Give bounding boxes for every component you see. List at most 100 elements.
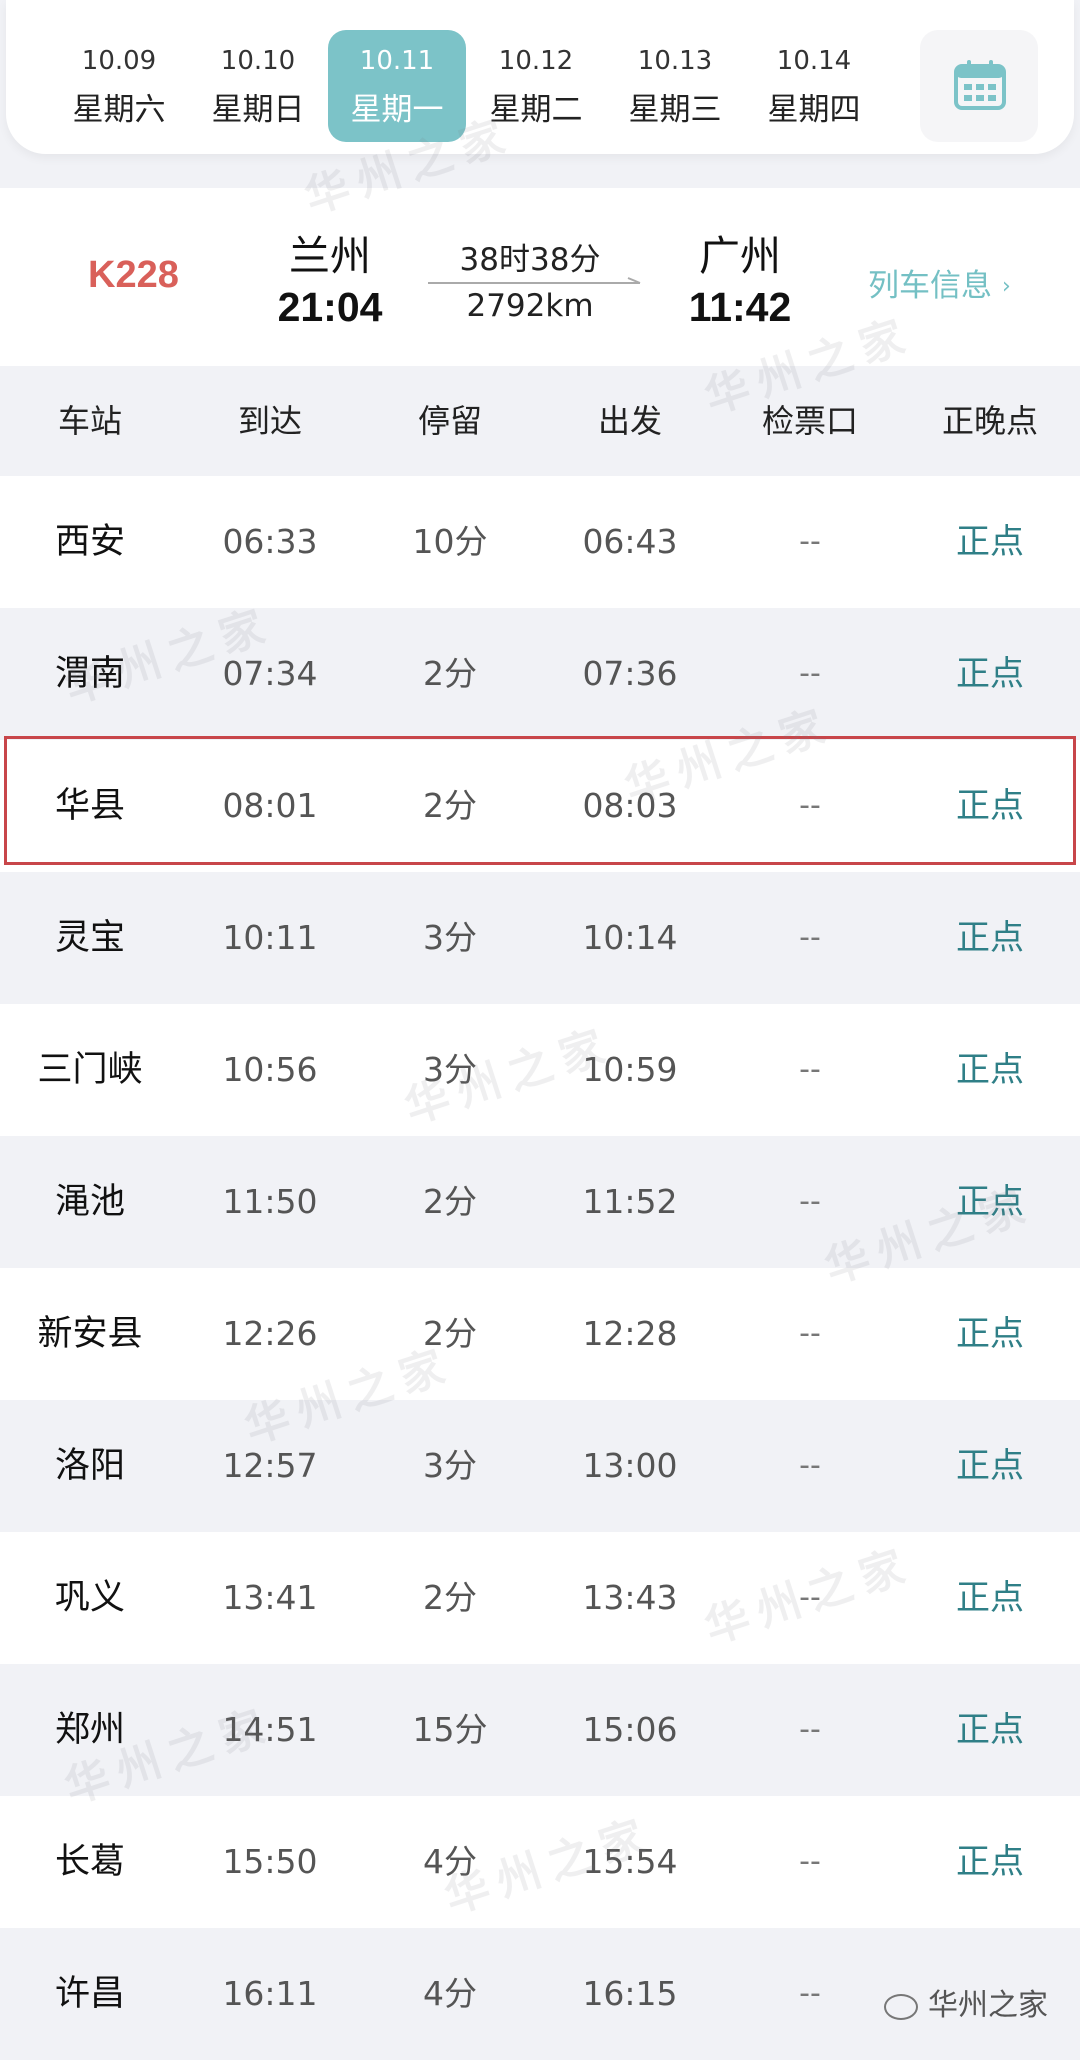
calendar-icon (954, 60, 1006, 110)
depart-time: 16:15 (582, 1974, 678, 2013)
station-name: 渭南 (54, 654, 125, 694)
weekday-label: 星期一 (350, 92, 444, 128)
date-tab-1010[interactable]: 10.10 星期日 (189, 30, 327, 142)
table-row[interactable]: 巩义 13:41 2分 13:43 -- 正点 (0, 1532, 1080, 1664)
on-time-status: 正点 (956, 918, 1024, 958)
ticket-gate: -- (799, 1976, 821, 2011)
weekday-label: 星期四 (767, 92, 861, 128)
date-tab-1014[interactable]: 10.14 星期四 (745, 30, 883, 142)
stop-duration: 3分 (423, 918, 477, 957)
station-name: 三门峡 (37, 1050, 143, 1090)
on-time-status: 正点 (956, 1182, 1024, 1222)
wechat-icon (884, 1993, 918, 2020)
table-row-highlighted[interactable]: 华县 08:01 2分 08:03 -- 正点 (0, 740, 1080, 872)
source-label: 华州之家 (928, 1988, 1048, 2023)
stop-duration: 4分 (423, 1974, 477, 2013)
station-name: 许昌 (54, 1974, 125, 2014)
stop-duration: 10分 (412, 522, 488, 561)
depart-time: 15:06 (582, 1710, 678, 1749)
header-gate: 检票口 (761, 402, 858, 440)
table-row[interactable]: 三门峡 10:56 3分 10:59 -- 正点 (0, 1004, 1080, 1136)
station-name: 郑州 (54, 1710, 125, 1750)
on-time-status: 正点 (956, 1842, 1024, 1882)
date-label: 10.14 (776, 46, 852, 76)
ticket-gate: -- (799, 1712, 821, 1747)
stop-duration: 2分 (423, 786, 477, 825)
arrive-time: 10:11 (222, 918, 318, 957)
arrive-time: 13:41 (222, 1578, 318, 1617)
train-number: K228 (88, 254, 179, 296)
station-name: 巩义 (54, 1578, 125, 1618)
arrival-time: 11:42 (688, 284, 792, 330)
table-row[interactable]: 郑州 14:51 15分 15:06 -- 正点 (0, 1664, 1080, 1796)
station-name: 渑池 (54, 1182, 125, 1222)
arrive-time: 12:26 (222, 1314, 318, 1353)
date-tab-1009[interactable]: 10.09 星期六 (50, 30, 188, 142)
table-row[interactable]: 渭南 07:34 2分 07:36 -- 正点 (0, 608, 1080, 740)
date-label: 10.11 (359, 46, 435, 76)
stop-duration: 3分 (423, 1446, 477, 1485)
date-tab-1013[interactable]: 10.13 星期三 (606, 30, 744, 142)
depart-time: 08:03 (582, 786, 678, 825)
ticket-gate: -- (799, 920, 821, 955)
table-row[interactable]: 新安县 12:26 2分 12:28 -- 正点 (0, 1268, 1080, 1400)
table-row[interactable]: 西安 06:33 10分 06:43 -- 正点 (0, 476, 1080, 608)
chevron-right-icon: › (1002, 274, 1011, 299)
table-row[interactable]: 渑池 11:50 2分 11:52 -- 正点 (0, 1136, 1080, 1268)
on-time-status: 正点 (956, 1710, 1024, 1750)
on-time-status: 正点 (956, 1314, 1024, 1354)
ticket-gate: -- (799, 524, 821, 559)
header-stop: 停留 (417, 402, 482, 440)
stop-duration: 3分 (423, 1050, 477, 1089)
on-time-status: 正点 (956, 1050, 1024, 1090)
table-row[interactable]: 长葛 15:50 4分 15:54 -- 正点 (0, 1796, 1080, 1928)
arrive-time: 10:56 (222, 1050, 318, 1089)
ticket-gate: -- (799, 1184, 821, 1219)
depart-time: 15:54 (582, 1842, 678, 1881)
departure-station: 兰州 (289, 232, 371, 280)
table-row[interactable]: 洛阳 12:57 3分 13:00 -- 正点 (0, 1400, 1080, 1532)
depart-time: 10:59 (582, 1050, 678, 1089)
header-depart: 出发 (597, 402, 662, 440)
depart-time: 07:36 (582, 654, 678, 693)
header-station: 车站 (57, 402, 122, 440)
arrive-time: 16:11 (222, 1974, 318, 2013)
on-time-status: 正点 (956, 1446, 1024, 1486)
weekday-label: 星期日 (211, 92, 305, 128)
station-name: 洛阳 (54, 1446, 125, 1486)
date-tab-1011[interactable]: 10.11 星期一 (328, 30, 466, 142)
on-time-status: 正点 (956, 522, 1024, 562)
header-arrive: 到达 (237, 402, 302, 440)
train-info-link[interactable]: 列车信息 › (868, 260, 1011, 305)
date-label: 10.13 (637, 46, 713, 76)
ticket-gate: -- (799, 788, 821, 823)
on-time-status: 正点 (956, 1578, 1024, 1618)
table-row[interactable]: 灵宝 10:11 3分 10:14 -- 正点 (0, 872, 1080, 1004)
on-time-status: 正点 (956, 786, 1024, 826)
arrive-time: 11:50 (222, 1182, 318, 1221)
station-name: 灵宝 (54, 918, 125, 958)
depart-time: 12:28 (582, 1314, 678, 1353)
depart-time: 13:00 (582, 1446, 678, 1485)
weekday-label: 星期二 (489, 92, 583, 128)
station-name: 西安 (54, 522, 125, 562)
arrive-time: 15:50 (222, 1842, 318, 1881)
date-selector: 10.09 星期六 10.10 星期日 10.11 星期一 10.12 星期二 … (6, 0, 1074, 154)
date-tab-1012[interactable]: 10.12 星期二 (467, 30, 605, 142)
station-name: 新安县 (37, 1314, 143, 1354)
header-status: 正晚点 (941, 402, 1038, 440)
trip-duration: 38时38分 (459, 242, 601, 278)
depart-time: 11:52 (582, 1182, 678, 1221)
weekday-label: 星期三 (628, 92, 722, 128)
weekday-label: 星期六 (72, 92, 166, 128)
ticket-gate: -- (799, 1844, 821, 1879)
station-name: 华县 (54, 786, 125, 826)
arrive-time: 14:51 (222, 1710, 318, 1749)
calendar-button[interactable] (920, 30, 1038, 142)
arrive-time: 12:57 (222, 1446, 318, 1485)
on-time-status: 正点 (956, 654, 1024, 694)
ticket-gate: -- (799, 656, 821, 691)
departure-time: 21:04 (277, 284, 383, 330)
timetable-header: 车站 到达 停留 出发 检票口 正晚点 (0, 366, 1080, 476)
train-info-label: 列车信息 (868, 268, 992, 304)
